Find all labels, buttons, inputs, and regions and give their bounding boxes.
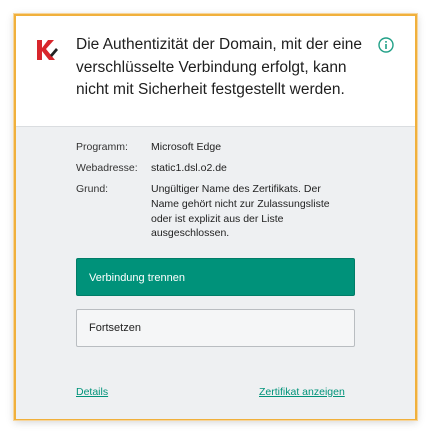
detail-value: static1.dsl.o2.de — [151, 162, 227, 174]
dialog-title: Die Authentizität der Domain, mit der ei… — [76, 36, 363, 98]
continue-button[interactable]: Fortsetzen — [76, 309, 355, 347]
view-certificate-link[interactable]: Zertifikat anzeigen — [259, 386, 345, 398]
detail-value: Microsoft Edge — [151, 141, 222, 153]
details-link[interactable]: Details — [76, 386, 108, 398]
detail-value: Ungültiger Name des Zertifikats. Der Nam… — [151, 183, 330, 240]
detail-label: Programm: — [76, 141, 128, 153]
kaspersky-logo-icon — [37, 40, 58, 60]
dialog-header: Die Authentizität der Domain, mit der ei… — [16, 16, 415, 126]
detail-label: Grund: — [76, 183, 109, 195]
dialog-body: Programm: Microsoft Edge Webadresse: sta… — [16, 126, 415, 419]
dialog-window: Die Authentizität der Domain, mit der ei… — [14, 14, 417, 420]
detail-label: Webadresse: — [76, 162, 138, 174]
disconnect-button[interactable]: Verbindung trennen — [76, 258, 355, 296]
info-icon[interactable] — [378, 37, 394, 53]
